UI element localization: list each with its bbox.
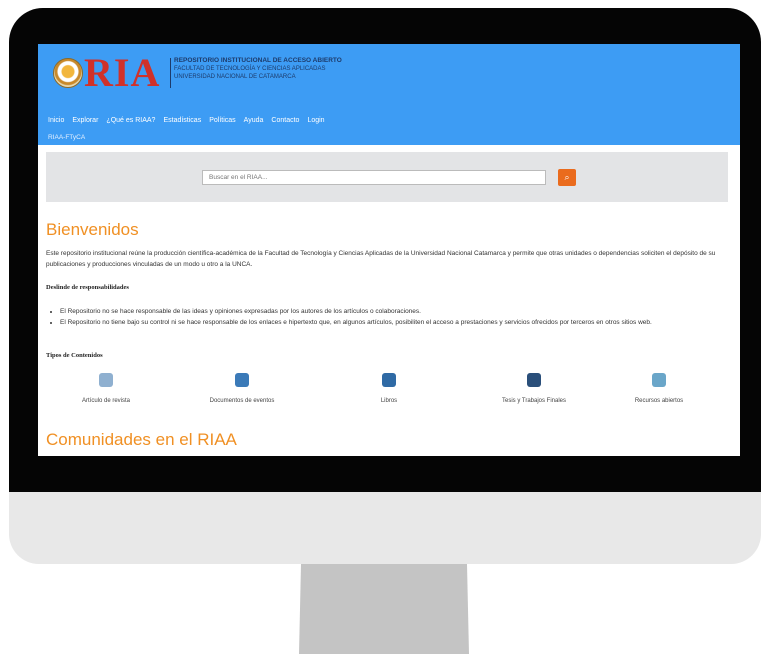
- disclaimer-list: El Repositorio no se hace responsable de…: [50, 306, 740, 328]
- site-header: RIA REPOSITORIO INSTITUCIONAL DE ACCESO …: [38, 44, 740, 145]
- nav-inicio[interactable]: Inicio: [48, 117, 64, 124]
- logo-divider: [170, 58, 171, 88]
- content-type-label: Libros: [380, 398, 398, 404]
- monitor-chin: [9, 492, 761, 564]
- content-type-thesis[interactable]: Tesis y Trabajos Finales: [479, 373, 589, 404]
- disclaimer-title: Deslinde de responsabilidades: [46, 284, 129, 291]
- thesis-icon: [527, 373, 541, 387]
- nav-estadisticas[interactable]: Estadísticas: [163, 117, 201, 124]
- nav-ayuda[interactable]: Ayuda: [244, 117, 264, 124]
- communities-title: Comunidades en el RIAA: [46, 430, 237, 449]
- content-type-label: Recursos abiertos: [634, 398, 684, 404]
- browser-screen: RIA REPOSITORIO INSTITUCIONAL DE ACCESO …: [38, 44, 740, 456]
- content-types-title: Tipos de Contenidos: [46, 352, 103, 359]
- content-type-open-resources[interactable]: Recursos abiertos: [604, 373, 714, 404]
- open-resource-icon: [652, 373, 666, 387]
- university-seal-icon: [53, 58, 83, 88]
- nav-que-es-riaa[interactable]: ¿Qué es RIAA?: [106, 117, 155, 124]
- logo-subtitle-line: UNIVERSIDAD NACIONAL DE CATAMARCA: [174, 74, 296, 80]
- book-icon: [382, 373, 396, 387]
- nav-explorar[interactable]: Explorar: [72, 117, 98, 124]
- content-type-journal[interactable]: Artículo de revista: [51, 373, 161, 404]
- nav-login[interactable]: Login: [307, 117, 324, 124]
- list-item: El Repositorio no se hace responsable de…: [60, 306, 740, 317]
- nav-contacto[interactable]: Contacto: [271, 117, 299, 124]
- journal-icon: [99, 373, 113, 387]
- content-type-label: Tesis y Trabajos Finales: [501, 398, 567, 404]
- breadcrumb[interactable]: RIAA-FTyCA: [48, 134, 85, 141]
- monitor-stand: [299, 564, 469, 654]
- logo-subtitle: REPOSITORIO INSTITUCIONAL DE ACCESO ABIE…: [174, 57, 342, 81]
- nav-politicas[interactable]: Políticas: [209, 117, 235, 124]
- content-type-events[interactable]: Documentos de eventos: [187, 373, 297, 404]
- content-types: Artículo de revista Documentos de evento…: [38, 373, 740, 423]
- main-nav: Inicio Explorar ¿Qué es RIAA? Estadístic…: [48, 117, 333, 124]
- welcome-title: Bienvenidos: [46, 220, 139, 239]
- welcome-text: Este repositorio institucional reúne la …: [46, 250, 716, 268]
- site-logo[interactable]: RIA: [84, 49, 160, 96]
- search-input[interactable]: [202, 170, 546, 185]
- search-button[interactable]: ⌕: [558, 169, 576, 186]
- search-icon: ⌕: [564, 172, 570, 182]
- logo-subtitle-line: REPOSITORIO INSTITUCIONAL DE ACCESO ABIE…: [174, 57, 342, 64]
- list-item: El Repositorio no tiene bajo su control …: [60, 317, 740, 328]
- event-document-icon: [235, 373, 249, 387]
- logo-subtitle-line: FACULTAD DE TECNOLOGÍA Y CIENCIAS APLICA…: [174, 66, 326, 72]
- content-type-books[interactable]: Libros: [334, 373, 444, 404]
- content-type-label: Documentos de eventos: [209, 398, 275, 404]
- content-type-label: Artículo de revista: [81, 398, 131, 404]
- search-section: ⌕: [46, 152, 728, 202]
